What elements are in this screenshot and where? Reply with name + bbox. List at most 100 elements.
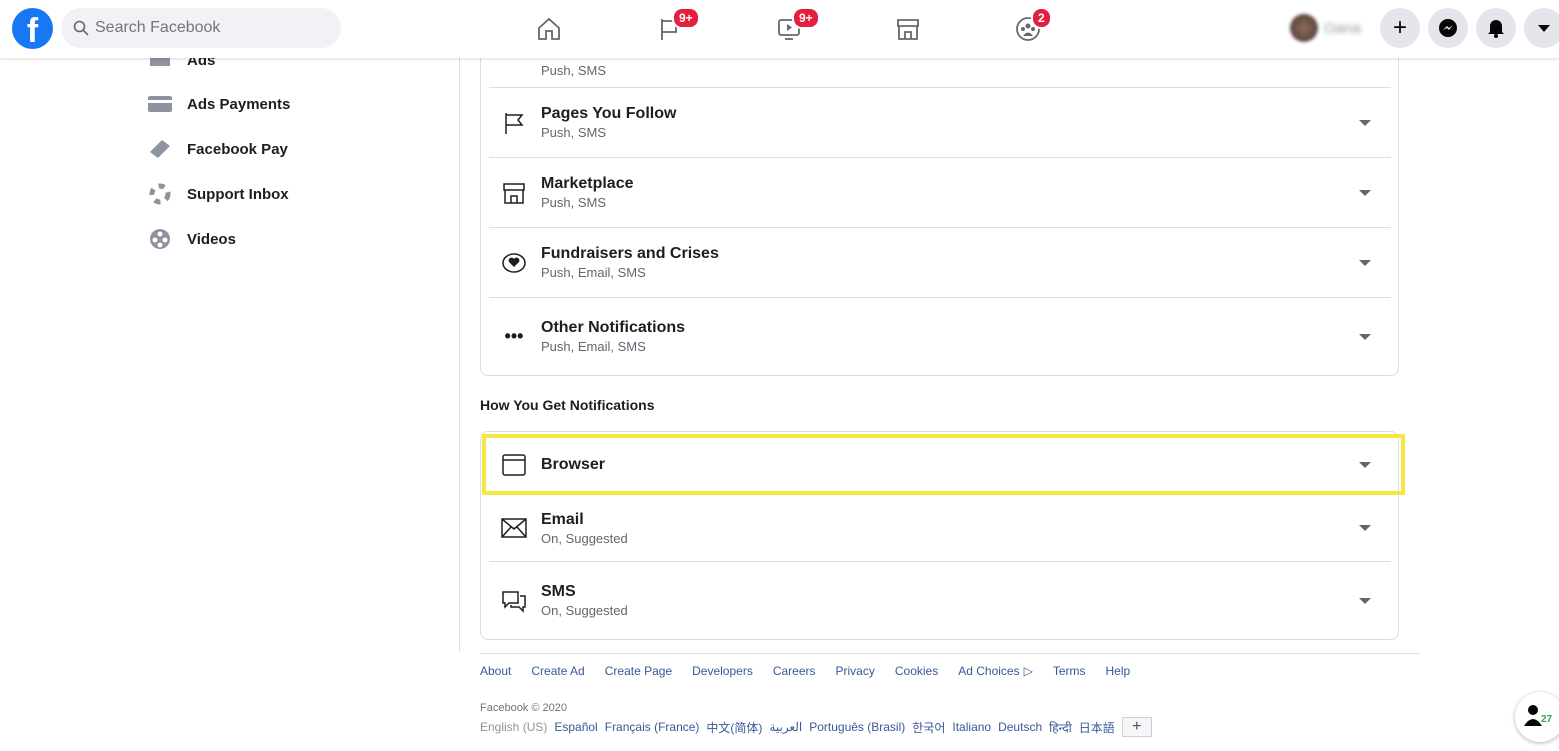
language-option[interactable]: Français (France) bbox=[605, 720, 700, 734]
facebook-pay-icon bbox=[148, 139, 172, 159]
more-dots-icon: ••• bbox=[504, 326, 524, 346]
sidebar-divider bbox=[459, 58, 460, 652]
watch-badge: 9+ bbox=[792, 7, 820, 29]
nav-home[interactable] bbox=[532, 12, 566, 46]
language-option[interactable]: Deutsch bbox=[998, 720, 1042, 734]
sidebar-item-label: Support Inbox bbox=[187, 185, 289, 203]
messenger-icon bbox=[1439, 19, 1457, 37]
bell-icon bbox=[1488, 20, 1504, 38]
avatar[interactable] bbox=[1290, 14, 1318, 42]
chevron-down-icon[interactable] bbox=[1359, 597, 1371, 604]
nav-watch[interactable]: 9+ bbox=[772, 7, 820, 46]
row-subtitle: On, Suggested bbox=[541, 530, 628, 546]
language-current: English (US) bbox=[480, 720, 548, 734]
home-icon bbox=[538, 17, 560, 40]
chevron-down-icon[interactable] bbox=[1359, 525, 1371, 531]
nav-pages[interactable]: 9+ bbox=[652, 7, 700, 46]
language-option[interactable]: Español bbox=[554, 720, 597, 734]
notification-row-pages-you-follow[interactable]: Pages You Follow Push, SMS bbox=[489, 88, 1391, 158]
row-subtitle: Push, Email, SMS bbox=[541, 339, 646, 354]
notification-row-other[interactable]: ••• Other Notifications Push, Email, SMS bbox=[489, 298, 1391, 375]
footer-link-terms[interactable]: Terms bbox=[1053, 664, 1086, 678]
chevron-down-icon[interactable] bbox=[1359, 189, 1371, 196]
row-subtitle: Push, SMS bbox=[541, 125, 607, 140]
footer-links: About Create Ad Create Page Developers C… bbox=[480, 664, 1130, 678]
row-subtitle: Push, Email, SMS bbox=[541, 265, 646, 280]
language-option[interactable]: 日本語 bbox=[1079, 719, 1115, 736]
footer-link-create-ad[interactable]: Create Ad bbox=[531, 664, 584, 678]
notification-row-browser[interactable]: Browser bbox=[489, 436, 1391, 495]
language-option[interactable]: Italiano bbox=[952, 720, 991, 734]
sidebar-item-label: Ads Payments bbox=[187, 95, 291, 113]
pages-badge: 9+ bbox=[672, 7, 700, 29]
notifications-button[interactable] bbox=[1476, 8, 1516, 48]
envelope-icon bbox=[501, 518, 527, 538]
language-option[interactable]: 한국어 bbox=[912, 719, 945, 736]
language-list: English (US) Español Français (France) 中… bbox=[480, 717, 1152, 737]
lifebuoy-icon bbox=[148, 183, 172, 205]
account-menu-button[interactable] bbox=[1524, 8, 1559, 48]
how-notifications-card: Browser Email On, Suggested SMS On, Sugges… bbox=[480, 431, 1399, 640]
nav-groups[interactable]: 2 bbox=[1011, 7, 1052, 46]
sidebar-item-label: Facebook Pay bbox=[187, 140, 288, 158]
notification-row-email[interactable]: Email On, Suggested bbox=[489, 495, 1391, 562]
footer-link-help[interactable]: Help bbox=[1106, 664, 1131, 678]
contacts-count: 27 bbox=[1541, 714, 1553, 725]
footer-link-privacy[interactable]: Privacy bbox=[836, 664, 875, 678]
top-navigation-bar: f 9+ 9+ 2 Oana + bbox=[0, 0, 1559, 58]
chevron-down-icon[interactable] bbox=[1359, 333, 1371, 340]
sidebar-item-support-inbox[interactable]: Support Inbox bbox=[148, 183, 289, 205]
search-input[interactable] bbox=[95, 19, 315, 37]
chevron-down-icon[interactable] bbox=[1359, 259, 1371, 266]
sidebar-item-ads-payments[interactable]: Ads Payments bbox=[148, 94, 290, 114]
create-button[interactable]: + bbox=[1380, 8, 1420, 48]
heart-coin-icon bbox=[501, 251, 527, 275]
chevron-down-icon[interactable] bbox=[1359, 119, 1371, 126]
search-box[interactable] bbox=[61, 8, 341, 48]
row-title: Other Notifications bbox=[541, 319, 686, 336]
section-heading: How You Get Notifications bbox=[480, 397, 655, 413]
sidebar-item-facebook-pay[interactable]: Facebook Pay bbox=[148, 139, 288, 159]
row-subtitle: Push, SMS bbox=[541, 63, 607, 78]
footer-link-careers[interactable]: Careers bbox=[773, 664, 816, 678]
what-notifications-card: Push, SMS Pages You Follow Push, SMS Mark… bbox=[480, 30, 1399, 376]
facebook-logo[interactable]: f bbox=[12, 8, 53, 49]
notification-row-sms[interactable]: SMS On, Suggested bbox=[489, 562, 1391, 639]
notification-row-fundraisers[interactable]: Fundraisers and Crises Push, Email, SMS bbox=[489, 228, 1391, 298]
caret-down-icon bbox=[1538, 24, 1550, 32]
browser-window-icon bbox=[501, 454, 527, 476]
plus-icon: + bbox=[1392, 14, 1407, 41]
footer-link-create-page[interactable]: Create Page bbox=[605, 664, 672, 678]
copyright: Facebook © 2020 bbox=[480, 702, 567, 714]
row-title: Pages You Follow bbox=[541, 105, 677, 122]
footer-divider bbox=[480, 653, 1420, 654]
messenger-button[interactable] bbox=[1428, 8, 1468, 48]
language-option[interactable]: العربية bbox=[769, 720, 802, 734]
chevron-down-icon[interactable] bbox=[1359, 462, 1371, 468]
footer-link-about[interactable]: About bbox=[480, 664, 511, 678]
shop-icon bbox=[501, 181, 527, 205]
row-subtitle: On, Suggested bbox=[541, 603, 628, 618]
notification-row-marketplace[interactable]: Marketplace Push, SMS bbox=[489, 158, 1391, 228]
footer-link-developers[interactable]: Developers bbox=[692, 664, 753, 678]
row-title: SMS bbox=[541, 583, 576, 600]
footer-link-cookies[interactable]: Cookies bbox=[895, 664, 938, 678]
language-option[interactable]: Português (Brasil) bbox=[809, 720, 905, 734]
groups-badge: 2 bbox=[1031, 7, 1052, 29]
sidebar-item-videos[interactable]: Videos bbox=[148, 229, 236, 249]
chat-bubbles-icon bbox=[501, 589, 527, 613]
contacts-button[interactable]: 27 bbox=[1515, 692, 1559, 742]
language-option[interactable]: 中文(简体) bbox=[706, 719, 762, 736]
row-title: Marketplace bbox=[541, 175, 634, 192]
flag-icon bbox=[501, 111, 527, 135]
footer-link-ad-choices[interactable]: Ad Choices bbox=[958, 664, 1019, 678]
row-subtitle: Push, SMS bbox=[541, 195, 607, 210]
film-reel-icon bbox=[148, 229, 172, 249]
row-title: Fundraisers and Crises bbox=[541, 245, 719, 262]
row-title: Email bbox=[541, 510, 584, 528]
row-title: Browser bbox=[541, 456, 606, 473]
profile-name[interactable]: Oana bbox=[1324, 20, 1361, 37]
language-option[interactable]: हिन्दी bbox=[1049, 719, 1072, 736]
more-languages-button[interactable]: + bbox=[1121, 717, 1152, 737]
nav-marketplace[interactable] bbox=[891, 12, 925, 46]
